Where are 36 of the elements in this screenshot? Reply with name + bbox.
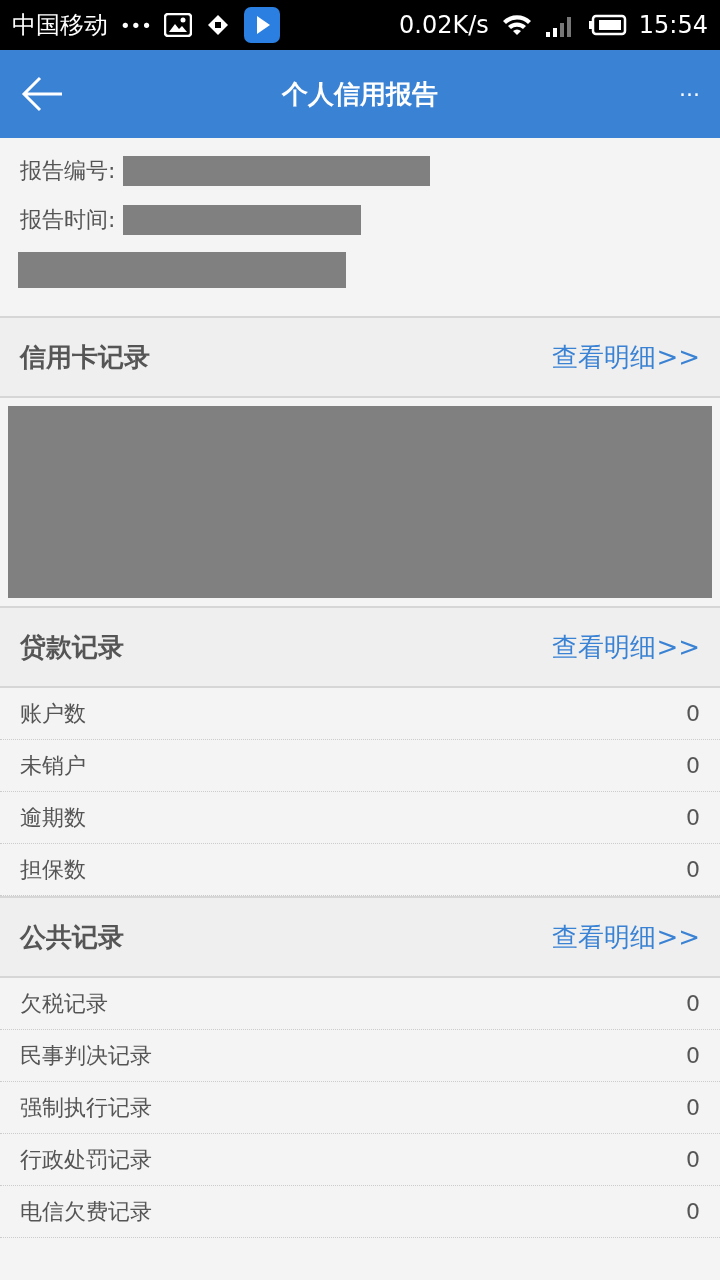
network-speed: 0.02K/s bbox=[399, 10, 489, 41]
info-label: 报告编号: bbox=[20, 157, 116, 185]
row-value: 0 bbox=[686, 700, 700, 728]
image-icon bbox=[163, 13, 192, 37]
row-value: 0 bbox=[686, 1042, 700, 1070]
row-value: 0 bbox=[686, 752, 700, 780]
play-app-icon bbox=[243, 7, 280, 43]
section-title: 信用卡记录 bbox=[20, 340, 150, 374]
row-value: 0 bbox=[686, 1094, 700, 1122]
row-label: 电信欠费记录 bbox=[20, 1198, 152, 1226]
row-label: 欠税记录 bbox=[20, 990, 108, 1018]
row-label: 逾期数 bbox=[20, 804, 86, 832]
info-label: 报告时间: bbox=[20, 206, 116, 234]
view-details-link[interactable]: 查看明细>> bbox=[552, 627, 700, 667]
row-value: 0 bbox=[686, 1198, 700, 1226]
more-button[interactable]: ··· bbox=[656, 77, 700, 111]
row-value: 0 bbox=[686, 856, 700, 884]
view-details-link[interactable]: 查看明细>> bbox=[552, 337, 700, 377]
row-label: 民事判决记录 bbox=[20, 1042, 152, 1070]
row-value: 0 bbox=[686, 990, 700, 1018]
notification-dots: ••• bbox=[120, 13, 152, 38]
battery-icon bbox=[588, 14, 627, 36]
row-label: 行政处罚记录 bbox=[20, 1146, 152, 1174]
row-label: 强制执行记录 bbox=[20, 1094, 152, 1122]
row-value: 0 bbox=[686, 804, 700, 832]
clock: 15:54 bbox=[638, 10, 708, 41]
row-label: 未销户 bbox=[20, 752, 86, 780]
back-icon[interactable] bbox=[20, 76, 64, 112]
section-title: 公共记录 bbox=[20, 920, 124, 954]
view-details-link[interactable]: 查看明细>> bbox=[552, 917, 700, 957]
page-title: 个人信用报告 bbox=[281, 77, 439, 111]
section-title: 贷款记录 bbox=[20, 630, 124, 664]
row-label: 担保数 bbox=[20, 856, 86, 884]
carrier-name: 中国移动 bbox=[12, 10, 108, 41]
row-label: 账户数 bbox=[20, 700, 86, 728]
row-value: 0 bbox=[686, 1146, 700, 1174]
